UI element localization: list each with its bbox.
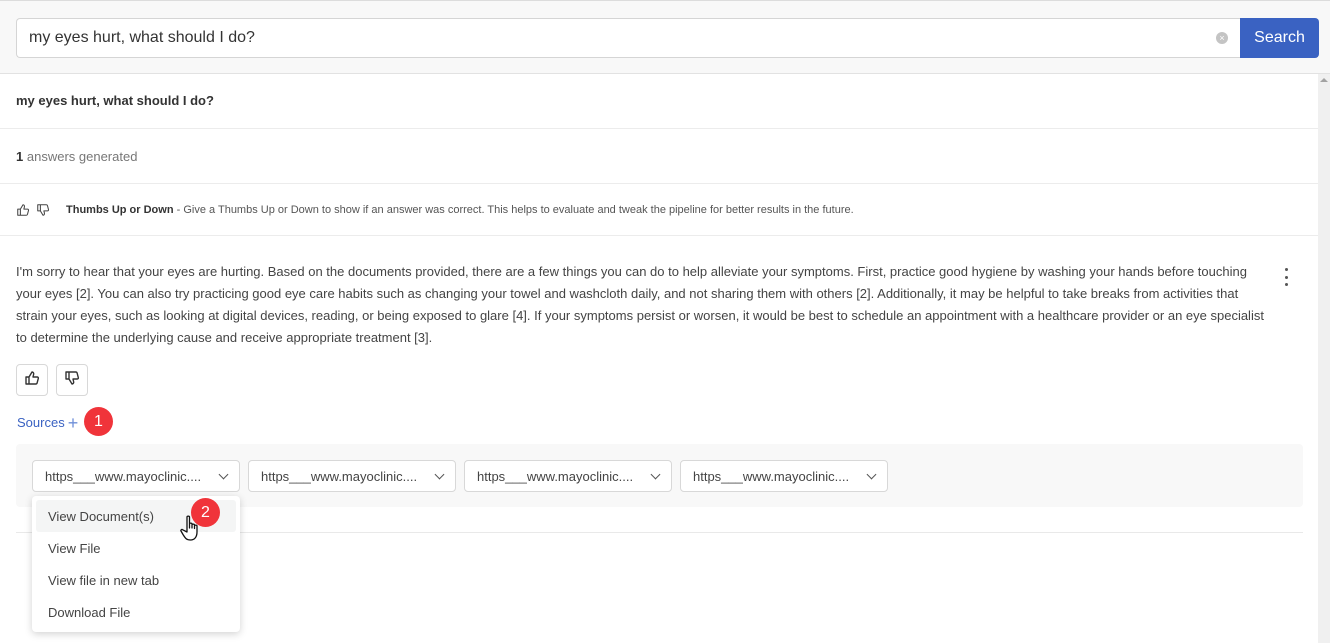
sources-toggle[interactable]: Sources + [17, 412, 79, 433]
scroll-up-arrow-icon[interactable] [1320, 78, 1328, 82]
answers-count-label: answers generated [26, 149, 138, 164]
step-badge-1: 1 [84, 407, 113, 436]
source-dropdown[interactable]: https___www.mayoclinic.... [680, 460, 888, 492]
source-label: https___www.mayoclinic.... [693, 468, 850, 484]
source-label: https___www.mayoclinic.... [45, 468, 202, 484]
thumbs-up-icon [16, 203, 30, 217]
search-input[interactable] [29, 29, 1208, 47]
more-options-icon[interactable] [1280, 268, 1292, 286]
count-row [0, 129, 1318, 184]
chevron-down-icon [866, 469, 877, 479]
plus-icon: + [67, 412, 79, 433]
answers-count: 1 answers generated [16, 149, 137, 164]
feedback-title: Thumbs Up or Down [66, 204, 174, 216]
source-dropdown[interactable]: https___www.mayoclinic.... [248, 460, 456, 492]
search-button[interactable]: Search [1240, 18, 1319, 58]
chevron-down-icon [218, 469, 229, 479]
search-field[interactable]: × [16, 18, 1240, 58]
menu-item-view-file-new-tab[interactable]: View file in new tab [36, 564, 236, 596]
feedback-info: Thumbs Up or Down - Give a Thumbs Up or … [16, 203, 854, 217]
sources-label: Sources [17, 415, 65, 430]
hand-pointer-cursor-icon [180, 514, 206, 553]
question-row: my eyes hurt, what should I do? [0, 74, 1318, 129]
menu-item-view-file[interactable]: View File [36, 532, 236, 564]
thumbs-up-button[interactable] [16, 364, 48, 396]
thumbs-down-button[interactable] [56, 364, 88, 396]
search-bar: × Search [0, 0, 1330, 74]
answers-count-number: 1 [16, 149, 24, 164]
feedback-description: Give a Thumbs Up or Down to show if an a… [183, 204, 854, 216]
thumbs-down-icon [36, 203, 50, 217]
chevron-down-icon [650, 469, 661, 479]
source-label: https___www.mayoclinic.... [261, 468, 418, 484]
answer-text: I'm sorry to hear that your eyes are hur… [16, 264, 1264, 345]
clear-icon[interactable]: × [1216, 32, 1228, 44]
source-dropdown[interactable]: https___www.mayoclinic.... [32, 460, 240, 492]
thumbs-down-icon [64, 370, 80, 391]
question-text: my eyes hurt, what should I do? [16, 93, 214, 108]
scrollbar[interactable] [1318, 74, 1330, 643]
menu-item-download-file[interactable]: Download File [36, 596, 236, 628]
search-group: × Search [16, 18, 1319, 58]
source-label: https___www.mayoclinic.... [477, 468, 634, 484]
source-dropdown[interactable]: https___www.mayoclinic.... [464, 460, 672, 492]
feedback-separator: - [173, 204, 184, 216]
chevron-down-icon [434, 469, 445, 479]
thumbs-up-icon [24, 370, 40, 391]
